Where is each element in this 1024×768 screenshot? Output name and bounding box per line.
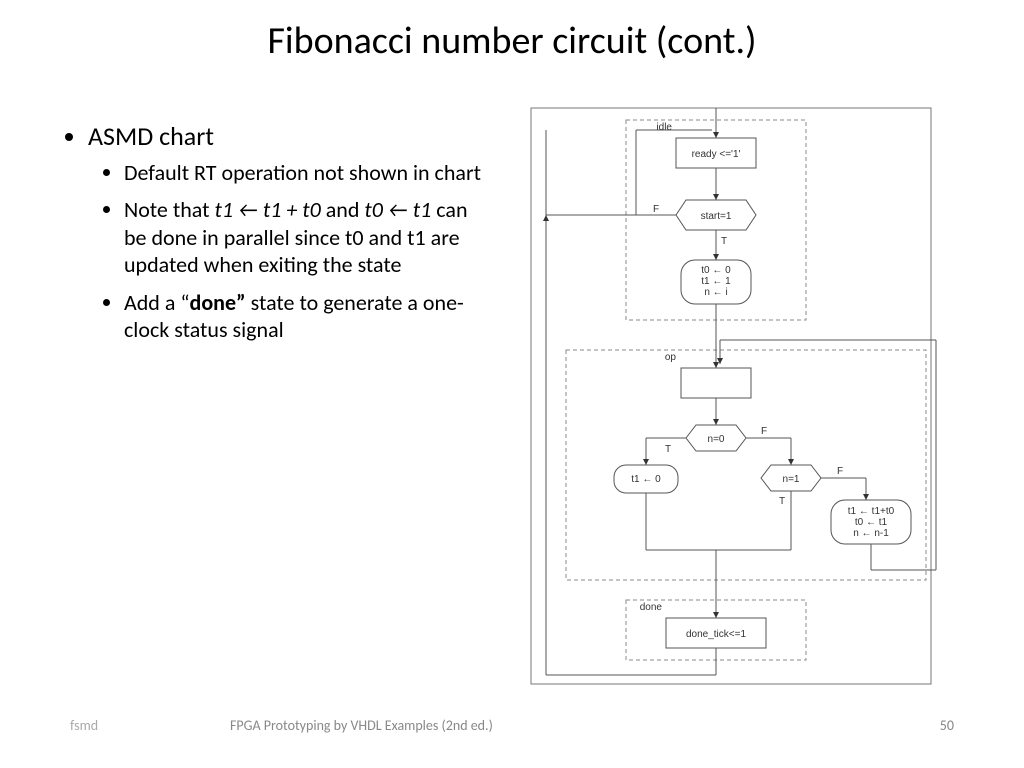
asmd-diagram: idle ready <='1' start=1 F T t0 ← 0 t1 ←… xyxy=(506,100,946,690)
bullet-l1: ASMD chart Default RT operation not show… xyxy=(88,120,490,344)
bullet-l2c: Add a “done” state to generate a one-clo… xyxy=(124,289,490,344)
bullet-l2b-i1: t1 ← t1 + t0 xyxy=(214,196,320,223)
edge-n1-t: T xyxy=(779,496,785,507)
bullet-l2a: Default RT operation not shown in chart xyxy=(124,159,490,187)
label-init-2: t1 ← 1 xyxy=(701,276,731,287)
label-start: start=1 xyxy=(701,211,732,222)
bullet-l2b-i2: t0 ← t1 xyxy=(364,196,431,223)
footer-page-number: 50 xyxy=(940,717,954,734)
label-init-3: n ← i xyxy=(704,287,727,298)
bullet-l1-text: ASMD chart xyxy=(88,120,214,152)
label-op: op xyxy=(665,352,677,363)
slide-title: Fibonacci number circuit (cont.) xyxy=(0,18,1024,64)
bullet-l2b-mid: and xyxy=(321,196,365,223)
footer-mid: FPGA Prototyping by VHDL Examples (2nd e… xyxy=(230,717,493,734)
bullet-l2c-bold: done” xyxy=(190,289,246,316)
label-upd-1: t1 ← t1+t0 xyxy=(848,506,895,517)
label-idle: idle xyxy=(656,122,672,133)
label-done: done xyxy=(640,602,663,613)
edge-start-f: F xyxy=(653,204,659,215)
label-init-1: t0 ← 0 xyxy=(701,265,731,276)
label-t1-0: t1 ← 0 xyxy=(631,474,661,485)
label-n1: n=1 xyxy=(783,474,800,485)
bullet-l2b-pre: Note that xyxy=(124,196,214,223)
edge-n0-t: T xyxy=(665,444,671,455)
label-upd-2: t0 ← t1 xyxy=(855,517,888,528)
footer-left: fsmd xyxy=(70,717,98,734)
label-upd-3: n ← n-1 xyxy=(853,528,889,539)
edge-start-t: T xyxy=(721,236,727,247)
bullet-l2b: Note that t1 ← t1 + t0 and t0 ← t1 can b… xyxy=(124,196,490,279)
label-n0: n=0 xyxy=(708,434,725,445)
label-done-tick: done_tick<=1 xyxy=(686,629,746,640)
label-ready: ready <='1' xyxy=(692,149,741,160)
bullet-l2c-pre: Add a “ xyxy=(124,289,190,316)
edge-n0-f: F xyxy=(761,426,767,437)
slide-body: ASMD chart Default RT operation not show… xyxy=(60,120,490,354)
edge-n1-f: F xyxy=(837,466,843,477)
